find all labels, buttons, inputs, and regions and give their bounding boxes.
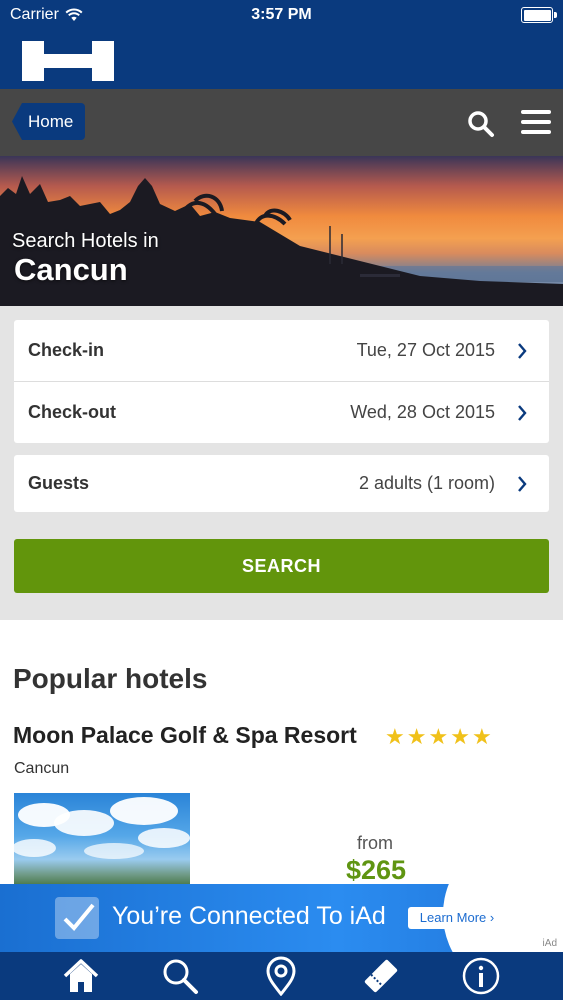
- hero-subtitle: Search Hotels in: [12, 230, 159, 252]
- star-rating: ★ ★ ★ ★ ★: [385, 726, 492, 748]
- brand-header: [0, 30, 563, 89]
- star-icon: ★: [385, 724, 405, 749]
- ad-headline: You’re Connected To iAd: [112, 902, 386, 930]
- hotels-logo: [22, 41, 114, 81]
- ad-banner[interactable]: You’re Connected To iAd Learn More › iAd: [0, 884, 563, 952]
- checkin-row[interactable]: Check-in Tue, 27 Oct 2015: [14, 320, 549, 381]
- checkout-row[interactable]: Check-out Wed, 28 Oct 2015: [14, 382, 549, 443]
- star-icon: ★: [406, 724, 427, 749]
- chevron-right-icon: [518, 343, 527, 359]
- search-button[interactable]: SEARCH: [14, 539, 549, 593]
- guests-card: Guests 2 adults (1 room): [14, 455, 549, 512]
- home-label: Home: [28, 112, 74, 131]
- ticket-icon[interactable]: [361, 956, 401, 996]
- hotel-thumbnail[interactable]: [14, 793, 190, 888]
- checkin-label: Check-in: [28, 340, 105, 360]
- star-icon: ★: [471, 724, 492, 749]
- from-label: from: [357, 833, 393, 853]
- dates-card: Check-in Tue, 27 Oct 2015 Check-out Wed,…: [14, 320, 549, 443]
- hotel-city: Cancun: [14, 760, 70, 777]
- clock: 3:57 PM: [251, 6, 312, 23]
- chevron-right-icon: [518, 476, 527, 492]
- guests-label: Guests: [28, 473, 90, 493]
- status-bar: Carrier 3:57 PM: [0, 0, 563, 30]
- iad-tag: iAd: [542, 938, 557, 949]
- guests-row[interactable]: Guests 2 adults (1 room): [14, 455, 549, 512]
- hotel-photo: [14, 797, 190, 859]
- home-icon[interactable]: [61, 956, 101, 996]
- learn-more-button[interactable]: Learn More ›: [408, 907, 506, 929]
- tab-bar: [0, 952, 563, 1000]
- checkout-value: Wed, 28 Oct 2015: [350, 402, 495, 422]
- map-pin-icon[interactable]: [261, 956, 301, 996]
- home-back-button[interactable]: Home: [12, 103, 86, 140]
- menu-icon[interactable]: [521, 110, 551, 136]
- hero-city: Cancun: [14, 252, 128, 287]
- hero-banner: Search Hotels in Cancun: [0, 156, 563, 306]
- star-icon: ★: [450, 724, 470, 749]
- battery-icon: [521, 7, 557, 23]
- hotel-price: $265: [346, 855, 407, 885]
- section-title: Popular hotels: [13, 663, 208, 694]
- hotel-name[interactable]: Moon Palace Golf & Spa Resort: [13, 722, 357, 749]
- checkmark-icon: [55, 897, 99, 939]
- search-icon[interactable]: [466, 109, 496, 139]
- star-icon: ★: [428, 724, 449, 749]
- info-icon[interactable]: [461, 956, 501, 996]
- nav-bar: Home: [0, 89, 563, 156]
- checkin-value: Tue, 27 Oct 2015: [356, 340, 495, 360]
- search-form: Check-in Tue, 27 Oct 2015 Check-out Wed,…: [0, 306, 563, 620]
- search-icon[interactable]: [160, 956, 200, 996]
- checkout-label: Check-out: [28, 402, 117, 422]
- guests-value: 2 adults (1 room): [358, 473, 495, 493]
- chevron-right-icon: [518, 405, 527, 421]
